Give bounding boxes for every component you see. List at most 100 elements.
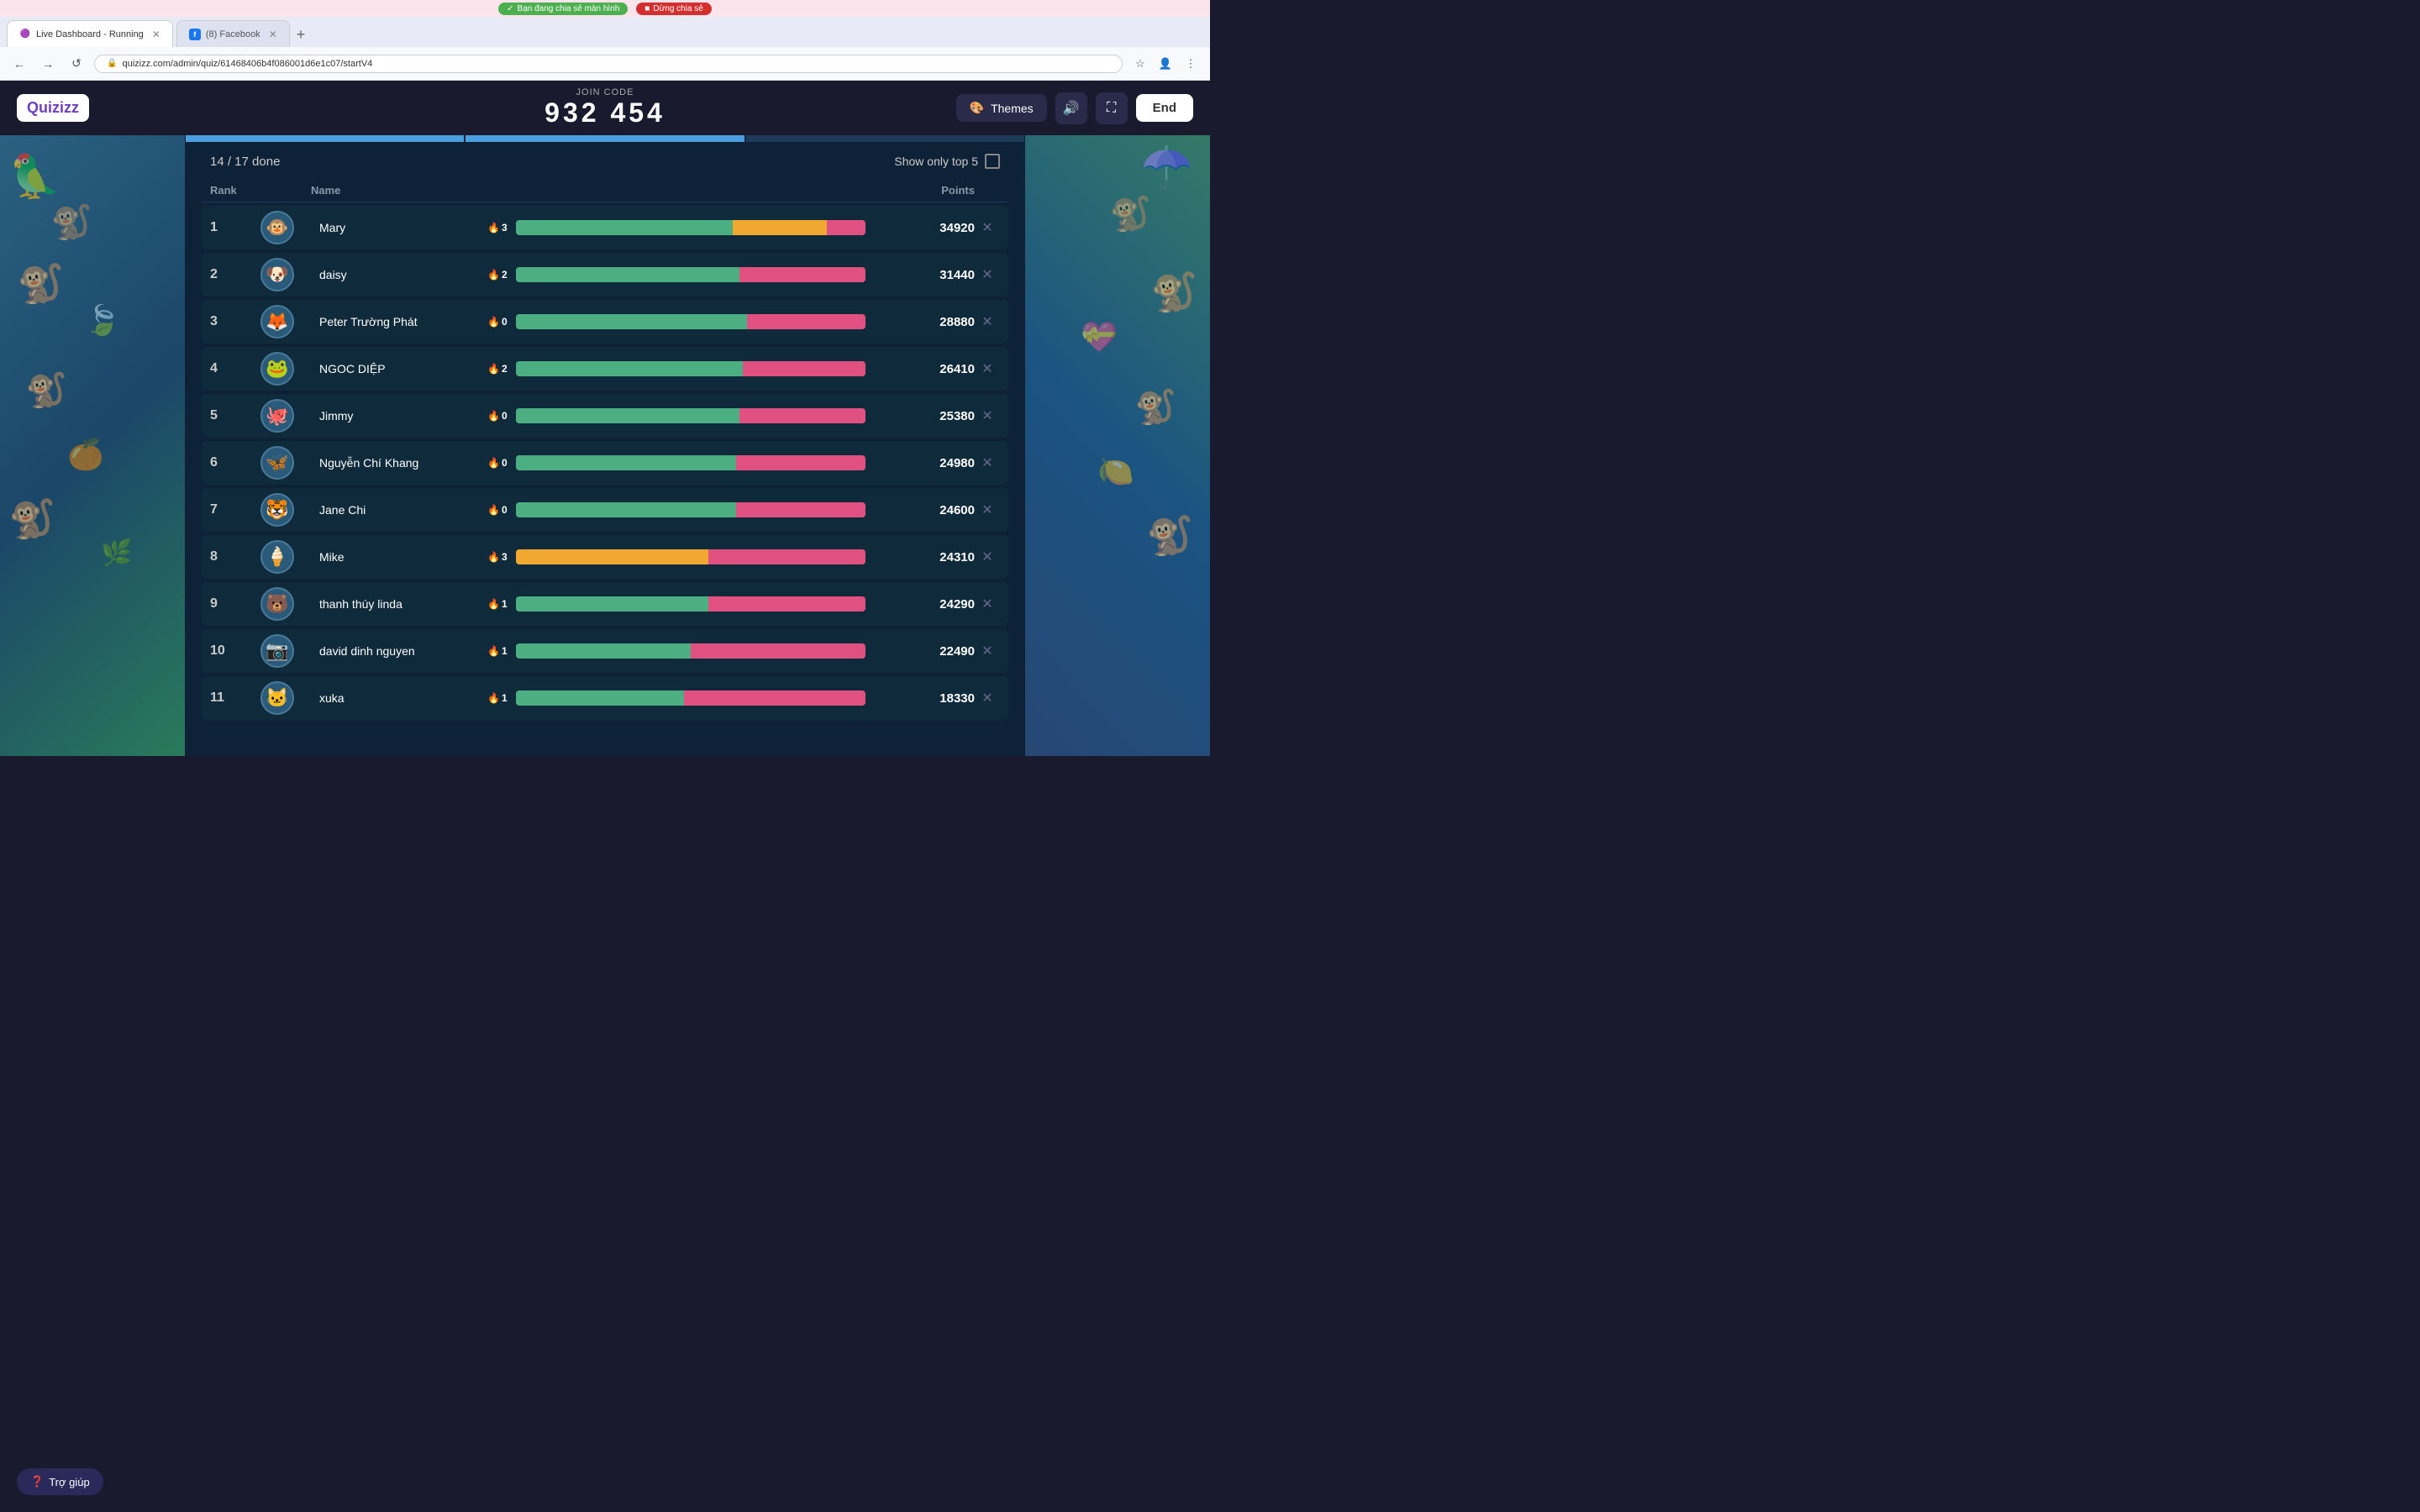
progress-bar-section — [185, 135, 1025, 142]
remove-player-btn[interactable]: ✕ — [975, 690, 1000, 706]
bar-correct — [516, 455, 736, 470]
remove-player-btn[interactable]: ✕ — [975, 549, 1000, 565]
url-bar[interactable]: 🔒 quizizz.com/admin/quiz/61468406b4f0860… — [94, 55, 1123, 73]
player-name: daisy — [311, 268, 479, 281]
bar-wrong — [827, 220, 865, 235]
remove-player-btn[interactable]: ✕ — [975, 266, 1000, 283]
progress-bar — [516, 361, 865, 376]
table-row: 9 🐻 thanh thúy linda 🔥 1 24290 ✕ — [202, 582, 1008, 626]
volume-btn[interactable]: 🔊 — [1055, 92, 1087, 124]
remove-player-btn[interactable]: ✕ — [975, 407, 1000, 424]
deco-monkey-4: 🐒 — [8, 496, 55, 541]
back-btn[interactable]: ← — [8, 53, 30, 75]
points-value: 24600 — [874, 503, 975, 517]
remove-player-btn[interactable]: ✕ — [975, 501, 1000, 518]
browser-actions: ☆ 👤 ⋮ — [1129, 53, 1202, 75]
streak-count: 0 — [502, 457, 508, 469]
fire-icon: 🔥 — [487, 504, 500, 516]
streak-count: 3 — [502, 551, 508, 563]
points-value: 26410 — [874, 362, 975, 376]
help-button[interactable]: ❓ Trợ giúp — [17, 1468, 103, 1495]
end-button[interactable]: End — [1136, 94, 1193, 122]
remove-player-btn[interactable]: ✕ — [975, 360, 1000, 377]
score-bar: 🔥 1 — [479, 690, 874, 706]
bar-wrong — [691, 643, 865, 659]
main-content: 🦜 🐒 🐒 🍃 🐒 🍊 🐒 🌿 ☂️ 🐒 🐒 💝 🐒 🍋 🐒 14 / 17 d… — [0, 135, 1210, 756]
menu-btn[interactable]: ⋮ — [1180, 53, 1202, 75]
profile-btn[interactable]: 👤 — [1155, 53, 1176, 75]
tab-favicon-quizizz: 🟣 — [19, 29, 31, 40]
bar-wrong — [708, 549, 865, 564]
streak-count: 0 — [502, 316, 508, 328]
bar-wrong — [739, 267, 865, 282]
streak-count: 1 — [502, 598, 508, 610]
deco-fruit-1: 🍊 — [67, 438, 104, 472]
tab-live-dashboard[interactable]: 🟣 Live Dashboard - Running ✕ — [7, 20, 173, 47]
deco-monkey-1: 🐒 — [50, 202, 92, 242]
points-value: 24310 — [874, 550, 975, 564]
streak-count: 2 — [502, 269, 508, 281]
score-bar: 🔥 2 — [479, 267, 874, 282]
fire-icon: 🔥 — [487, 645, 500, 657]
new-tab-btn[interactable]: + — [290, 26, 313, 44]
tab-close-btn[interactable]: ✕ — [152, 29, 160, 40]
player-name: thanh thúy linda — [311, 597, 479, 611]
player-name: david dinh nguyen — [311, 644, 479, 658]
remove-player-btn[interactable]: ✕ — [975, 219, 1000, 236]
progress-bar — [516, 220, 865, 235]
bar-correct — [516, 314, 747, 329]
forward-btn[interactable]: → — [37, 53, 59, 75]
bar-correct — [516, 361, 743, 376]
fullscreen-btn[interactable]: ⛶ — [1096, 92, 1128, 124]
score-bar: 🔥 1 — [479, 643, 874, 659]
table-row: 5 🐙 Jimmy 🔥 0 25380 ✕ — [202, 394, 1008, 438]
bar-wrong — [684, 690, 865, 706]
progress-tab-1 — [186, 135, 464, 142]
bar-correct — [516, 596, 708, 612]
score-bar: 🔥 0 — [479, 314, 874, 329]
reload-btn[interactable]: ↺ — [66, 53, 87, 75]
table-row: 7 🐯 Jane Chi 🔥 0 24600 ✕ — [202, 488, 1008, 532]
bar-correct — [516, 643, 691, 659]
quizizz-logo[interactable]: Quizizz — [17, 94, 89, 122]
bookmark-btn[interactable]: ☆ — [1129, 53, 1151, 75]
score-bar: 🔥 1 — [479, 596, 874, 612]
tab-facebook[interactable]: f (8) Facebook ✕ — [176, 20, 290, 47]
progress-tab-2 — [466, 135, 744, 142]
progress-tab-3 — [746, 135, 1024, 142]
tab-bar: 🟣 Live Dashboard - Running ✕ f (8) Faceb… — [0, 17, 1210, 47]
streak-badge: 🔥 2 — [487, 269, 513, 281]
stop-sharing-btn[interactable]: ■ Dừng chia sẻ — [636, 3, 712, 15]
bg-left — [0, 135, 185, 756]
avatar: 🍦 — [260, 540, 294, 574]
player-name: Mary — [311, 221, 479, 234]
deco-fruit-2: 🍋 — [1097, 454, 1134, 489]
remove-player-btn[interactable]: ✕ — [975, 596, 1000, 612]
fire-icon: 🔥 — [487, 692, 500, 704]
themes-button[interactable]: 🎨 Themes — [956, 94, 1047, 122]
join-code-section: JOIN CODE 932 454 — [544, 87, 666, 129]
deco-monkey-5: 🐒 — [1109, 194, 1151, 234]
deco-monkey-3: 🐒 — [25, 370, 67, 410]
remove-player-btn[interactable]: ✕ — [975, 454, 1000, 471]
join-code-value: 932 454 — [544, 97, 666, 129]
bar-wrong — [736, 502, 865, 517]
player-name: NGOC DIỆP — [311, 362, 479, 375]
bar-correct — [516, 408, 739, 423]
streak-badge: 🔥 1 — [487, 692, 513, 704]
remove-player-btn[interactable]: ✕ — [975, 313, 1000, 330]
player-name: Jane Chi — [311, 503, 479, 517]
rank-number: 3 — [210, 314, 260, 329]
streak-badge: 🔥 3 — [487, 222, 513, 234]
show-top5-checkbox[interactable] — [985, 154, 1000, 169]
table-row: 11 🐱 xuka 🔥 1 18330 ✕ — [202, 676, 1008, 720]
tab-facebook-close-btn[interactable]: ✕ — [269, 29, 277, 40]
streak-badge: 🔥 0 — [487, 457, 513, 469]
bar-correct — [516, 690, 684, 706]
progress-bar — [516, 314, 865, 329]
player-name: Mike — [311, 550, 479, 564]
table-header: Rank Name Points — [202, 179, 1008, 202]
remove-player-btn[interactable]: ✕ — [975, 643, 1000, 659]
leaderboard-table: Rank Name Points 1 🐵 Mary 🔥 3 — [185, 179, 1025, 720]
table-row: 8 🍦 Mike 🔥 3 24310 ✕ — [202, 535, 1008, 579]
